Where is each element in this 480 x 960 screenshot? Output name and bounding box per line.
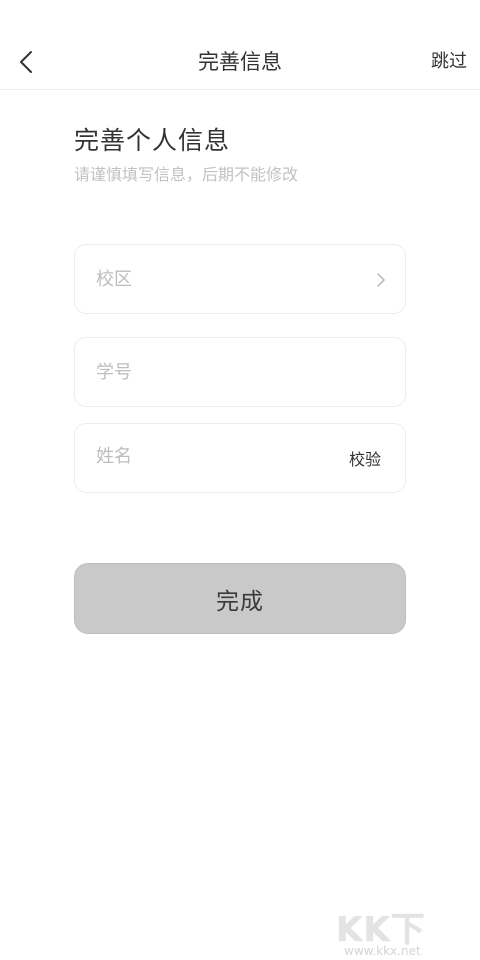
campus-select[interactable]: 校区 (74, 244, 406, 314)
watermark-url: www.kkx.net (344, 944, 421, 958)
campus-placeholder: 校区 (96, 269, 132, 290)
name-placeholder: 姓名 (96, 446, 132, 467)
name-input[interactable]: 姓名 校验 (74, 423, 406, 493)
skip-button[interactable]: 跳过 (431, 46, 467, 78)
nav-bar: 完善信息 跳过 (0, 0, 480, 90)
form-heading: 完善个人信息 (74, 126, 231, 155)
page-title: 完善信息 (198, 50, 282, 74)
chevron-right-icon (377, 273, 385, 287)
verify-button[interactable]: 校验 (349, 446, 381, 474)
form-subheading: 请谨慎填写信息，后期不能修改 (74, 165, 299, 184)
student-id-input[interactable]: 学号 (74, 337, 406, 407)
watermark: KK下载 www.kkx.net (336, 902, 456, 960)
complete-info-screen: 完善信息 跳过 完善个人信息 请谨慎填写信息，后期不能修改 校区 学号 姓名 校… (0, 0, 480, 960)
submit-button[interactable]: 完成 (74, 563, 406, 634)
student-id-placeholder: 学号 (96, 362, 132, 383)
